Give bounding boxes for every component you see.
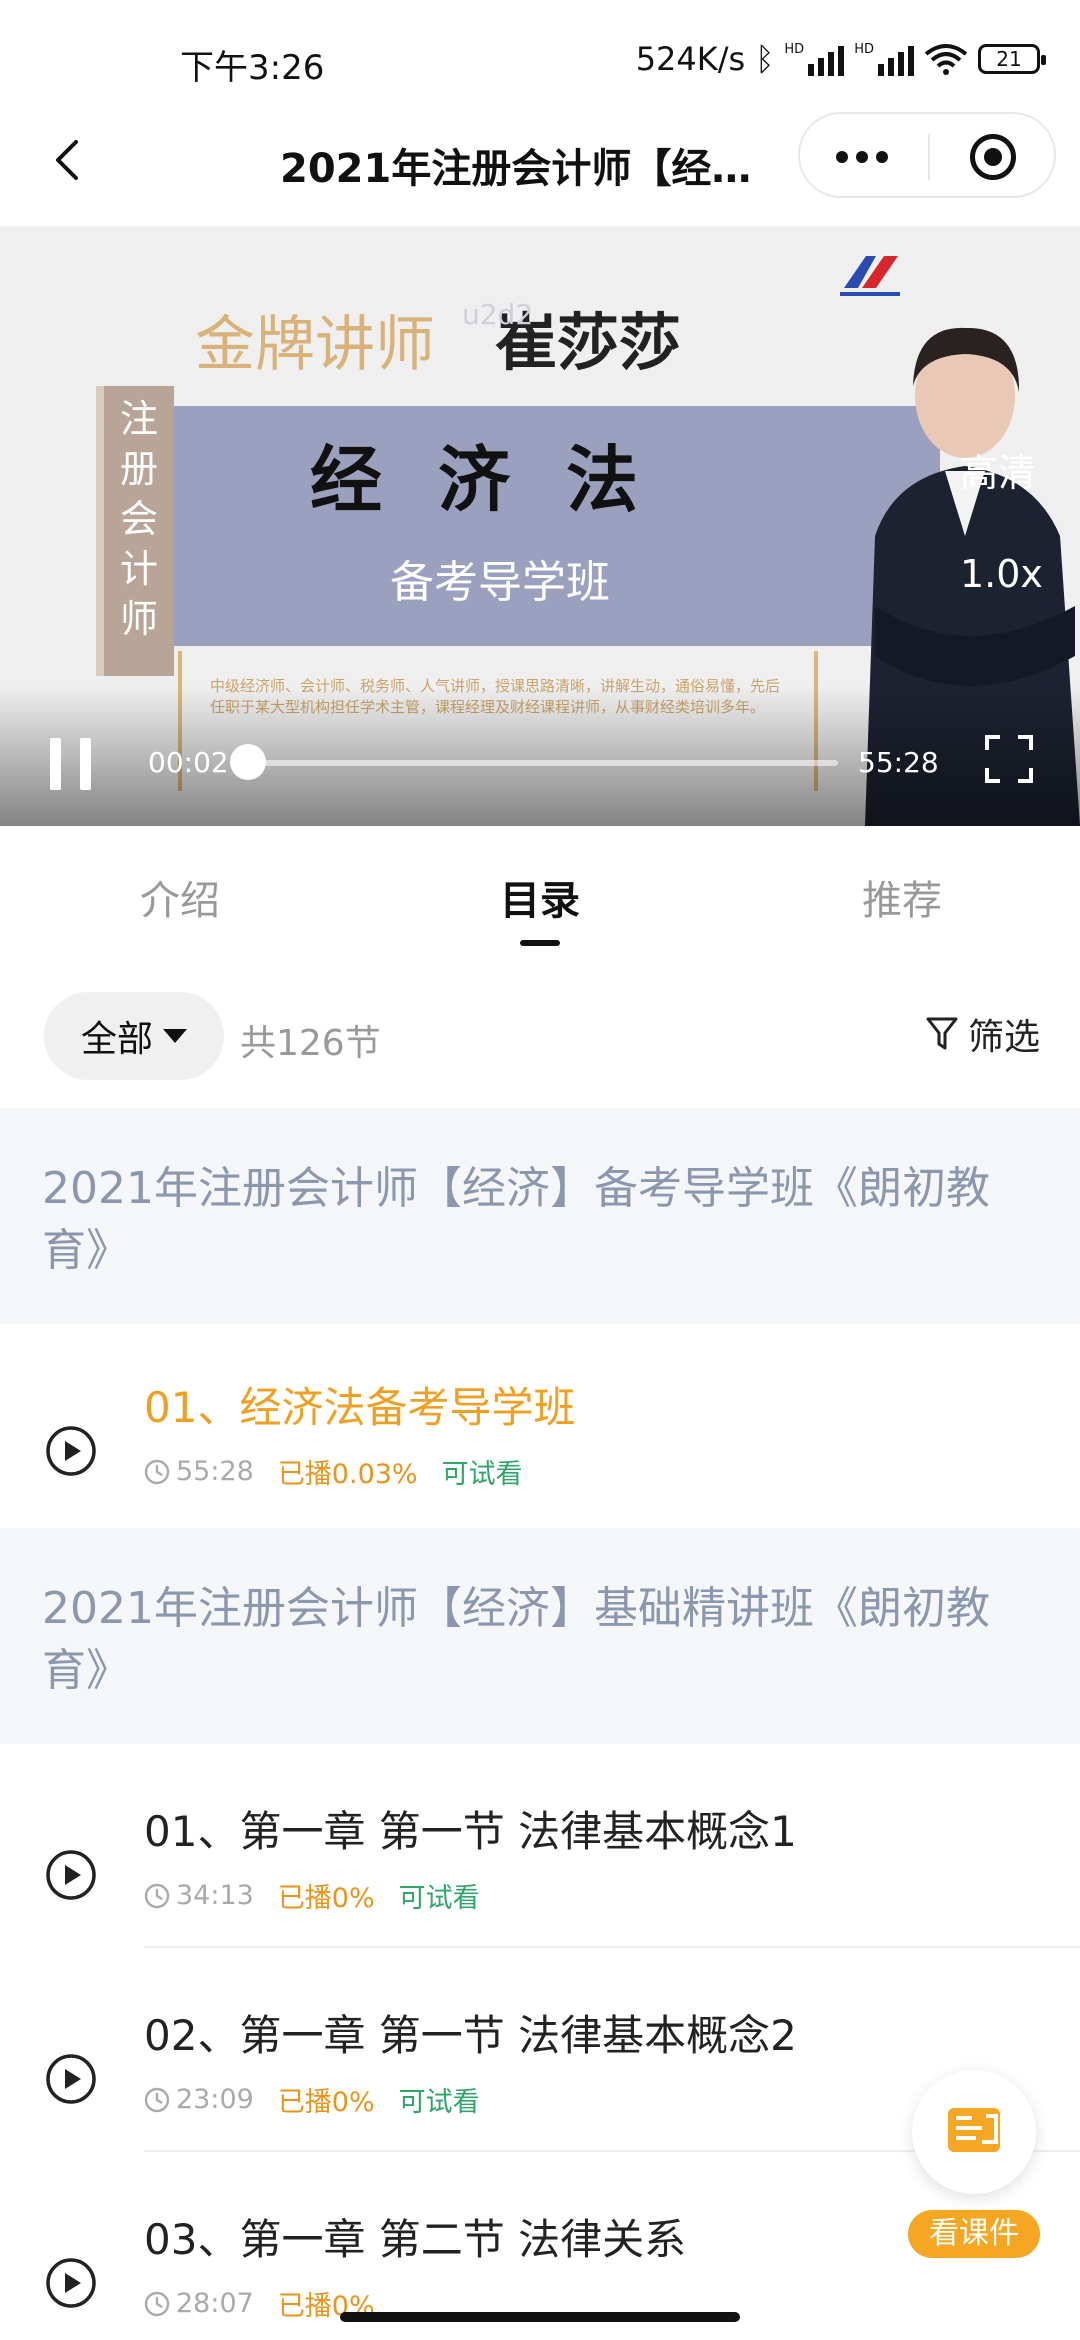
tab-bar: 介绍 目录 推荐 bbox=[0, 826, 1080, 956]
played-percent: 已播0% bbox=[277, 2087, 375, 2118]
brand-logo-icon bbox=[840, 256, 900, 296]
lesson-title: 01、经济法备考导学班 bbox=[144, 1383, 576, 1432]
signal-icon-2: HD bbox=[854, 42, 914, 76]
network-speed: 524K/s bbox=[635, 40, 746, 78]
quality-button[interactable]: 高清 bbox=[960, 442, 1036, 497]
current-time: 00:02 bbox=[148, 746, 229, 779]
lesson-item[interactable]: 01、第一章 第一节 法律基本概念1 34:13 已播0% 可试看 bbox=[0, 1744, 1080, 1948]
lesson-title: 03、第一章 第二节 法律关系 bbox=[144, 2215, 687, 2264]
vertical-tag-text: 注册会计师 bbox=[119, 397, 158, 641]
lesson-duration: 23:09 bbox=[144, 2084, 254, 2115]
vertical-tag: 注册会计师 bbox=[96, 386, 174, 676]
signal-hd-label: HD bbox=[784, 42, 805, 57]
close-miniprogram-icon[interactable] bbox=[970, 134, 1016, 180]
play-circle-icon bbox=[46, 1850, 96, 1900]
filter-label: 筛选 bbox=[967, 1017, 1040, 1058]
nav-header: 2021年注册会计师【经济】备考导学班《朗初教育》 bbox=[0, 110, 1080, 210]
courseware-label[interactable]: 看课件 bbox=[908, 2210, 1040, 2258]
clock-icon bbox=[144, 2291, 170, 2316]
lesson-title: 02、第一章 第一节 法律基本概念2 bbox=[144, 2011, 797, 2060]
all-dropdown-label: 全部 bbox=[80, 1019, 153, 1060]
wifi-icon bbox=[924, 44, 968, 75]
pause-icon[interactable] bbox=[50, 738, 94, 790]
lesson-duration: 28:07 bbox=[144, 2288, 254, 2319]
played-percent: 已播0% bbox=[277, 1883, 375, 1914]
lesson-title: 01、第一章 第一节 法律基本概念1 bbox=[144, 1807, 797, 1856]
lesson-meta: 23:09 已播0% 可试看 bbox=[144, 2080, 480, 2119]
tab-catalog[interactable]: 目录 bbox=[500, 868, 580, 926]
lesson-item[interactable]: 01、经济法备考导学班 55:28 已播0.03% 可试看 bbox=[0, 1324, 1080, 1528]
speed-button[interactable]: 1.0x bbox=[960, 552, 1043, 596]
courseware-icon bbox=[948, 2108, 1000, 2152]
signal-hd-label-2: HD bbox=[854, 42, 874, 57]
trial-badge: 可试看 bbox=[398, 1883, 480, 1914]
lesson-meta: 34:13 已播0% 可试看 bbox=[144, 1876, 480, 1915]
duration-text: 34:13 bbox=[176, 1880, 254, 1911]
signal-icon: HD bbox=[784, 42, 845, 76]
battery-icon: 21 bbox=[978, 44, 1046, 74]
played-percent: 已播0.03% bbox=[277, 1459, 418, 1490]
course-subtitle: 备考导学班 bbox=[390, 557, 610, 608]
status-bar: 下午3:26 524K/s ᛒ HD HD 21 bbox=[0, 0, 1080, 120]
duration-text: 55:28 bbox=[176, 1456, 254, 1487]
status-icons: 524K/s ᛒ HD HD 21 bbox=[635, 40, 1046, 78]
play-circle-icon bbox=[46, 1426, 96, 1476]
lesson-count: 共126节 bbox=[240, 1023, 381, 1064]
course-subject: 经济法 bbox=[310, 438, 695, 522]
progress-bar[interactable] bbox=[248, 760, 838, 766]
home-indicator[interactable] bbox=[340, 2312, 740, 2322]
active-tab-indicator bbox=[520, 940, 560, 946]
back-arrow-icon[interactable] bbox=[40, 132, 96, 188]
bluetooth-icon: ᛒ bbox=[755, 40, 775, 78]
video-watermark: u2d2 bbox=[462, 298, 534, 331]
section-header[interactable]: 2021年注册会计师【经济】备考导学班《朗初教育》 bbox=[0, 1108, 1080, 1324]
fullscreen-icon[interactable] bbox=[984, 734, 1034, 784]
status-time: 下午3:26 bbox=[180, 48, 325, 88]
duration-text: 28:07 bbox=[176, 2288, 254, 2319]
filter-button[interactable]: 筛选 bbox=[926, 1008, 1040, 1060]
all-dropdown[interactable]: 全部 bbox=[44, 992, 224, 1080]
funnel-icon bbox=[926, 1017, 958, 1050]
more-icon[interactable] bbox=[836, 114, 888, 200]
capsule-divider bbox=[928, 134, 930, 180]
play-circle-icon bbox=[46, 2054, 96, 2104]
total-time: 55:28 bbox=[858, 746, 939, 779]
trial-badge: 可试看 bbox=[441, 1459, 523, 1490]
duration-text: 23:09 bbox=[176, 2084, 254, 2115]
lesson-meta: 55:28 已播0.03% 可试看 bbox=[144, 1452, 523, 1491]
tab-recommend[interactable]: 推荐 bbox=[862, 868, 942, 926]
caret-down-icon bbox=[163, 1029, 187, 1043]
play-circle-icon bbox=[46, 2258, 96, 2308]
clock-icon bbox=[144, 1459, 170, 1484]
section-header[interactable]: 2021年注册会计师【经济】基础精讲班《朗初教育》 bbox=[0, 1528, 1080, 1744]
page: 下午3:26 524K/s ᛒ HD HD 21 2021年注册会计师【经济 金… bbox=[0, 0, 1080, 2340]
clock-icon bbox=[144, 1883, 170, 1908]
lesson-duration: 55:28 bbox=[144, 1456, 254, 1487]
trial-badge: 可试看 bbox=[398, 2087, 480, 2118]
tab-intro[interactable]: 介绍 bbox=[140, 868, 220, 926]
lesson-duration: 34:13 bbox=[144, 1880, 254, 1911]
courseware-button[interactable] bbox=[912, 2070, 1036, 2194]
miniprogram-capsule bbox=[798, 112, 1056, 198]
video-player[interactable]: 金牌讲师 崔莎莎 u2d2 经济法 备考导学班 注册会计师 中级经济师、会计师、… bbox=[0, 226, 1080, 826]
clock-icon bbox=[144, 2087, 170, 2112]
filter-row: 全部 共126节 筛选 bbox=[0, 990, 1080, 1090]
page-title: 2021年注册会计师【经济】备考导学班《朗初教育》 bbox=[280, 146, 780, 192]
banner-label: 金牌讲师 bbox=[195, 310, 435, 380]
